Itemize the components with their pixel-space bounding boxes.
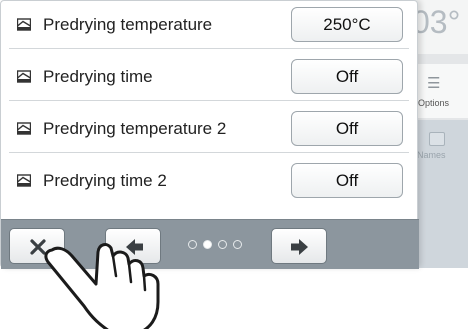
pointing-hand-icon — [44, 243, 160, 329]
screen: 03° ☰ Options Names Predrying temperatur… — [0, 0, 468, 329]
